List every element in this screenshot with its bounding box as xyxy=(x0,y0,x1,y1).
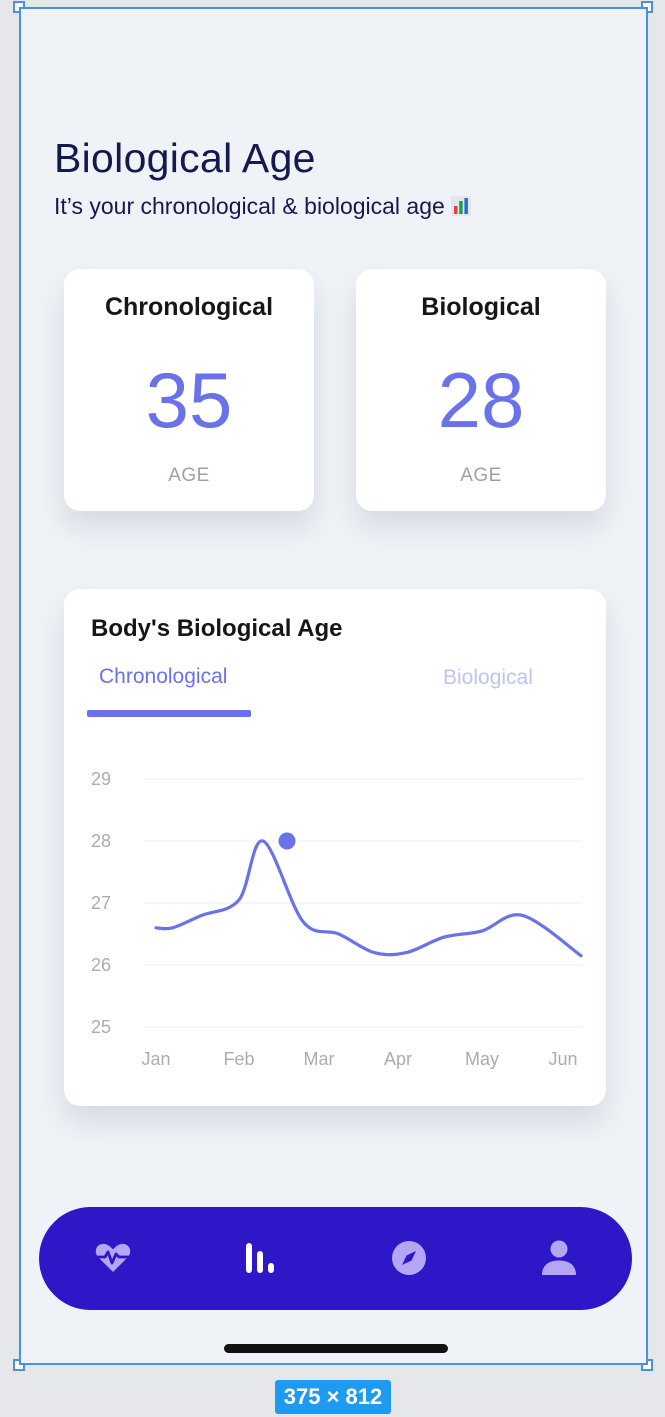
bar-chart-icon xyxy=(246,1243,274,1273)
y-tick-label: 25 xyxy=(91,1017,111,1037)
stat-value: 28 xyxy=(437,356,525,444)
x-tick-label: Apr xyxy=(384,1049,412,1069)
x-tick-label: Mar xyxy=(304,1049,335,1069)
home-indicator[interactable] xyxy=(224,1344,448,1353)
line-chart: 25 26 27 28 29 Jan Feb Mar Apr May Jun xyxy=(91,769,583,1069)
stat-unit: AGE xyxy=(460,465,502,486)
stat-value: 35 xyxy=(145,356,233,444)
chronological-age-card: Chronological 35 AGE xyxy=(64,269,314,511)
artboard-size-badge: 375 × 812 xyxy=(275,1380,391,1414)
x-tick-label: May xyxy=(465,1049,499,1069)
y-tick-label: 27 xyxy=(91,893,111,913)
y-tick-label: 26 xyxy=(91,955,111,975)
page-subtitle-text: It’s your chronological & biological age xyxy=(54,193,445,219)
phone-artboard: Biological Age It’s your chronological &… xyxy=(19,7,648,1365)
page-title: Biological Age xyxy=(54,135,316,181)
nav-item-health[interactable] xyxy=(89,1234,137,1282)
compass-icon xyxy=(392,1241,426,1275)
stat-label: Biological xyxy=(421,293,541,321)
nav-item-profile[interactable] xyxy=(535,1234,583,1282)
x-tick-label: Jun xyxy=(548,1049,577,1069)
nav-item-explore[interactable] xyxy=(385,1234,433,1282)
series-line xyxy=(154,839,583,958)
x-tick-label: Feb xyxy=(223,1049,254,1069)
x-tick-label: Jan xyxy=(141,1049,170,1069)
stat-label: Chronological xyxy=(104,293,274,321)
page-subtitle: It’s your chronological & biological age xyxy=(54,193,472,220)
bar-chart-emoji-icon xyxy=(451,196,472,216)
nav-item-stats[interactable] xyxy=(237,1234,285,1282)
user-icon xyxy=(542,1240,576,1275)
y-tick-label: 28 xyxy=(91,831,111,851)
stat-unit: AGE xyxy=(168,465,210,486)
biological-age-card: Biological 28 AGE xyxy=(356,269,606,511)
biological-age-chart-card: Body's Biological Age Chronological Biol… xyxy=(64,589,606,1106)
bottom-nav-bar xyxy=(39,1207,632,1310)
heart-pulse-icon xyxy=(95,1243,131,1272)
highlight-point xyxy=(278,832,296,850)
y-tick-label: 29 xyxy=(91,769,111,789)
